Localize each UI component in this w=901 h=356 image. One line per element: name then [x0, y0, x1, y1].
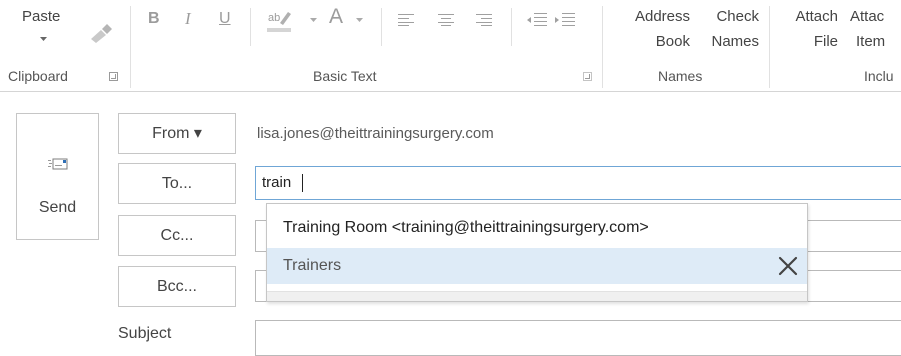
divider	[381, 8, 382, 46]
subject-label: Subject	[118, 325, 172, 342]
underline-button[interactable]: U	[219, 10, 231, 28]
autocomplete-item-label: Trainers	[283, 257, 342, 274]
check-names-button[interactable]: Check Names	[693, 8, 759, 50]
clipboard-group-label: Clipboard	[8, 68, 68, 84]
cc-button[interactable]: Cc...	[118, 215, 236, 256]
attach-file-line-2: File	[813, 33, 838, 50]
autocomplete-item-label: Training Room <training@theittrainingsur…	[283, 219, 649, 236]
highlight-icon[interactable]: ab	[266, 9, 294, 33]
names-group-label: Names	[658, 68, 703, 84]
include-group-label: Inclu	[864, 68, 894, 84]
bcc-button[interactable]: Bcc...	[118, 266, 236, 307]
check-names-line-2: Names	[711, 33, 759, 50]
decrease-indent-icon[interactable]	[527, 13, 547, 27]
increase-indent-icon[interactable]	[555, 13, 575, 27]
close-icon[interactable]	[777, 255, 799, 277]
send-icon	[48, 158, 68, 170]
autocomplete-item-selected[interactable]: Trainers	[267, 248, 807, 284]
svg-text:ab: ab	[268, 12, 280, 24]
italic-button[interactable]: I	[185, 10, 191, 28]
from-button[interactable]: From ▾	[118, 113, 236, 154]
chevron-down-icon[interactable]	[356, 18, 363, 23]
to-field[interactable]: train	[255, 166, 901, 200]
align-right-icon[interactable]	[476, 14, 492, 26]
address-book-line-1: Address	[634, 8, 690, 25]
font-color-button[interactable]: A	[329, 6, 343, 27]
from-address: lisa.jones@theittrainingsurgery.com	[257, 125, 494, 142]
divider	[130, 6, 131, 88]
ribbon: Paste Clipboard B I U ab A Basic Text Ad…	[0, 0, 901, 92]
chevron-down-icon[interactable]	[310, 18, 317, 23]
divider	[602, 6, 603, 88]
divider	[250, 8, 251, 46]
attach-file-line-1: Attach	[795, 8, 838, 25]
bold-button[interactable]: B	[148, 10, 160, 28]
format-painter-icon[interactable]	[88, 22, 114, 44]
send-button[interactable]: Send	[16, 113, 99, 240]
paste-button[interactable]: Paste	[22, 8, 74, 48]
send-label: Send	[38, 199, 77, 216]
divider	[511, 8, 512, 46]
to-field-value: train	[262, 174, 292, 191]
attach-file-button[interactable]: Attach File	[776, 8, 838, 50]
basic-text-group-label: Basic Text	[313, 68, 377, 84]
chevron-down-icon	[40, 37, 47, 41]
align-left-icon[interactable]	[398, 14, 414, 26]
autocomplete-dropdown: Training Room <training@theittrainingsur…	[266, 203, 808, 302]
dropdown-footer	[267, 291, 807, 301]
autocomplete-item[interactable]: Training Room <training@theittrainingsur…	[267, 210, 807, 246]
text-caret	[302, 174, 303, 192]
attach-item-line-2: Item	[856, 33, 886, 50]
subject-field[interactable]	[255, 320, 901, 356]
divider	[769, 6, 770, 88]
align-center-icon[interactable]	[438, 14, 454, 26]
check-names-line-1: Check	[716, 8, 759, 25]
to-button[interactable]: To...	[118, 163, 236, 204]
address-book-line-2: Book	[655, 33, 690, 50]
paste-label: Paste	[22, 8, 61, 25]
clipboard-dialog-launcher-icon[interactable]	[109, 72, 118, 81]
address-book-button[interactable]: Address Book	[612, 8, 690, 50]
attach-item-line-1: Attac	[850, 8, 885, 25]
attach-item-button[interactable]: Attac Item	[850, 8, 901, 50]
basic-text-dialog-launcher-icon[interactable]	[583, 72, 592, 81]
